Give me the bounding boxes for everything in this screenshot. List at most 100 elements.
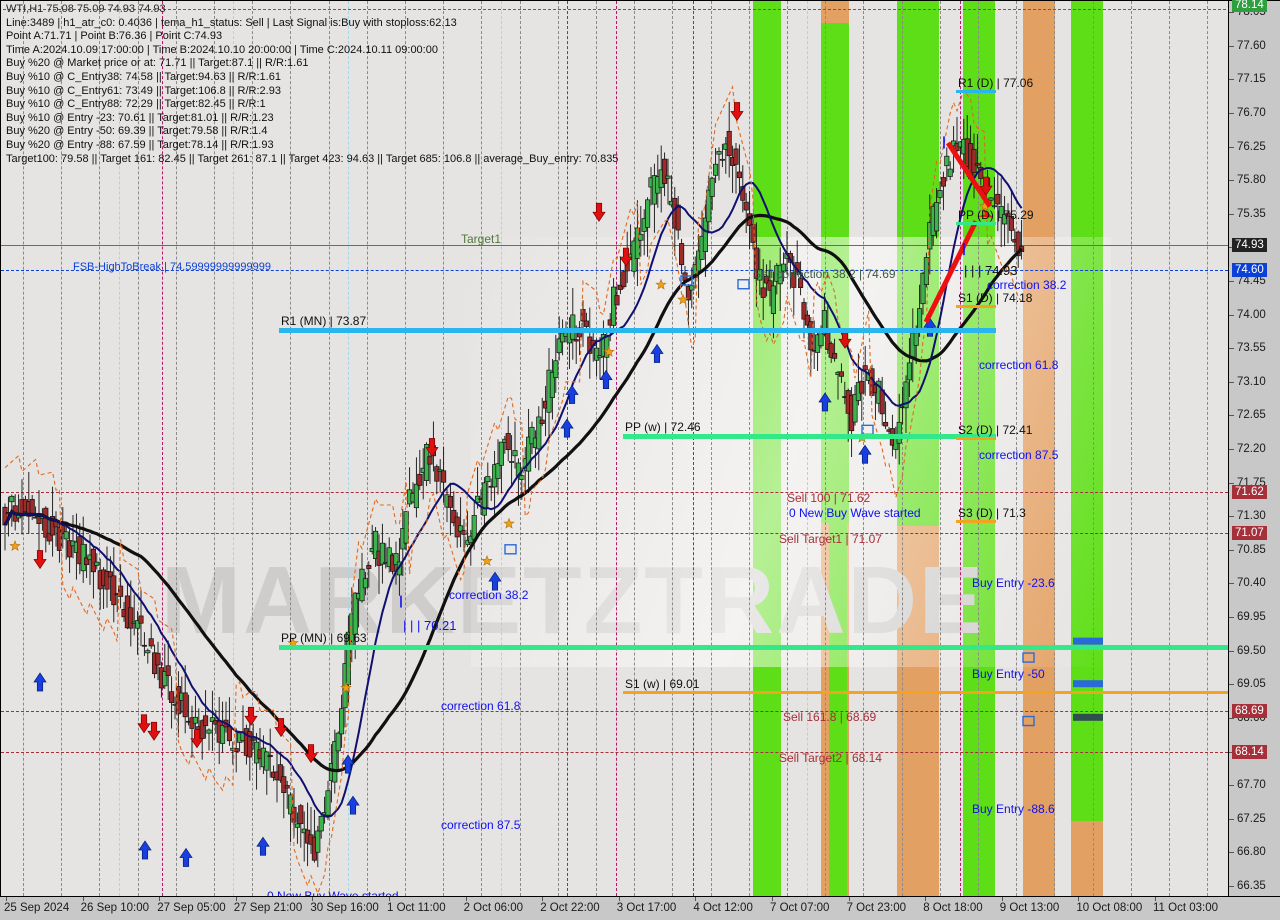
- chart-window: MARKETZTRADE R1 (MN) | 73.87 PP (w) | 72.…: [0, 0, 1280, 920]
- price-tick: [1229, 583, 1234, 585]
- time-tick: [848, 897, 850, 901]
- time-tick-label: 26 Sep 10:00: [80, 902, 150, 914]
- price-tick-label: 74.45: [1237, 275, 1266, 287]
- pivot-line: [956, 222, 996, 226]
- price-tick: [1229, 684, 1234, 686]
- time-tick-label: 25 Sep 2024: [4, 902, 70, 914]
- time-tick-label: 11 Oct 03:00: [1153, 902, 1218, 914]
- price-tick-label: 69.50: [1237, 644, 1266, 657]
- time-tick-label: 8 Oct 18:00: [923, 902, 983, 914]
- price-tick: [1229, 415, 1234, 417]
- pivot-label: S1 (w) | 69.01: [625, 677, 700, 692]
- info-line-7: Buy %10 @ Entry -23: 70.61 || Target:81.…: [6, 111, 274, 124]
- price-badge: 74.93: [1232, 238, 1267, 253]
- time-scale[interactable]: 25 Sep 2024 26 Sep 10:00 27 Sep 05:00 27 Se…: [0, 896, 1280, 920]
- price-tick-label: 72.65: [1237, 409, 1266, 422]
- info-line-5: Buy %10 @ C_Entry61: 73.49 || Target:106…: [6, 84, 281, 97]
- info-line-4: Buy %10 @ C_Entry38: 74.58 || Target:94.…: [6, 70, 281, 83]
- chart-annotation: Sell 161.8 | 68.69: [783, 710, 877, 725]
- pivot-line: [279, 328, 996, 334]
- price-tick-label: 77.15: [1237, 73, 1266, 86]
- pivot-line: [623, 433, 996, 439]
- time-tick-label: 30 Sep 16:00: [310, 902, 379, 914]
- info-line-10: Target100: 79.58 || Target 161: 82.45 ||…: [6, 152, 619, 165]
- chart-annotation: correction 38.2: [987, 278, 1067, 292]
- price-tick: [1229, 785, 1234, 786]
- price-tick: [1229, 79, 1234, 81]
- price-tick: [1229, 482, 1234, 484]
- info-line-8: Buy %20 @ Entry -50: 69.39 || Target:79.…: [6, 125, 268, 138]
- info-line-0: Line:3489 | h1_atr_c0: 0.4036 | tema_h1_…: [6, 16, 457, 29]
- pivot-label: PP (MN) | 69.63: [281, 630, 367, 645]
- chart-annotation: Sell Target2 | 68.14: [779, 751, 882, 766]
- time-tick-label: 1 Oct 11:00: [387, 902, 446, 914]
- chart-annotation: 0 New Buy Wave started: [789, 506, 921, 520]
- time-tick: [925, 897, 927, 901]
- price-tick: [1229, 281, 1234, 282]
- time-tick-label: 4 Oct 12:00: [693, 902, 753, 914]
- price-tick-label: 71.30: [1237, 510, 1266, 523]
- time-tick: [159, 897, 161, 901]
- price-tick: [1229, 617, 1234, 618]
- chart-annotation: Sell 100 | 71.62: [787, 491, 871, 506]
- price-tick-label: 73.10: [1237, 375, 1266, 388]
- price-tick-label: 70.85: [1237, 543, 1266, 556]
- price-tick-label: 73.55: [1237, 342, 1266, 355]
- chart-annotation: | | | 70.21: [403, 618, 457, 633]
- price-badge: 71.62: [1232, 485, 1267, 500]
- price-tick: [1229, 818, 1234, 820]
- time-tick-label: 9 Oct 13:00: [999, 902, 1060, 914]
- price-tick-label: 67.70: [1237, 779, 1266, 791]
- info-line-9: Buy %20 @ Entry -88: 67.59 || Target:78.…: [6, 138, 274, 151]
- chart-annotation: Buy Entry -23.6: [972, 576, 1055, 590]
- price-tick-label: 66.80: [1237, 846, 1266, 859]
- chart-annotation: Target1: [461, 232, 502, 246]
- price-badge: 71.07: [1232, 526, 1267, 541]
- price-tick-label: 75.35: [1237, 207, 1266, 220]
- time-tick-label: 3 Oct 17:00: [616, 902, 677, 914]
- chart-annotation: correction 61.8: [979, 358, 1059, 372]
- info-line-1: Point A:71.71 | Point B:76.36 | Point C:…: [6, 30, 223, 43]
- price-tick-label: 70.40: [1237, 577, 1266, 590]
- pivot-label: R1 (D) | 77.06: [958, 76, 1034, 91]
- info-panel: WTI,H1 75.08 75.09 74.93 74.93 Line:3489…: [6, 3, 618, 166]
- pivot-line: [279, 644, 1228, 650]
- price-tick-label: 69.95: [1237, 611, 1266, 623]
- pivot-label: R1 (MN) | 73.87: [281, 314, 367, 329]
- chart-annotation: Buy Entry -88.6: [972, 802, 1055, 816]
- time-tick: [1078, 897, 1080, 901]
- price-tick: [1229, 213, 1234, 215]
- time-tick: [1001, 897, 1003, 901]
- time-tick: [1155, 897, 1156, 901]
- price-tick: [1229, 180, 1234, 182]
- time-tick-label: 10 Oct 08:00: [1076, 902, 1143, 914]
- time-tick: [235, 897, 237, 901]
- time-tick-label: 7 Oct 23:00: [846, 902, 907, 914]
- chart-annotation: Buy Entry -50: [972, 667, 1045, 681]
- pivot-label: S2 (D) | 72.41: [958, 423, 1033, 438]
- pivot-label: S3 (D) | 71.3: [958, 506, 1026, 521]
- time-tick-label: 2 Oct 06:00: [463, 902, 524, 914]
- price-tick: [1229, 314, 1234, 316]
- chart-annotation: correction 61.8: [441, 699, 521, 713]
- info-line-2: Time A:2024.10.09 17:00:00 | Time B:2024…: [6, 43, 438, 56]
- chart-annotation: correction 87.5: [979, 448, 1059, 462]
- time-tick: [542, 897, 544, 901]
- time-tick: [772, 897, 773, 901]
- time-tick-label: 2 Oct 22:00: [540, 902, 600, 914]
- pivot-line: [956, 520, 996, 524]
- chart-annotation: Sell correction 38.2 | 74.69: [753, 267, 896, 281]
- price-tick-label: 75.80: [1237, 174, 1266, 187]
- price-badge: 68.14: [1232, 745, 1267, 760]
- chart-annotation: correction 38.2: [449, 588, 529, 602]
- price-tick: [1229, 381, 1234, 383]
- time-tick: [6, 897, 7, 901]
- price-tick-label: 76.70: [1237, 107, 1266, 119]
- pivot-label: PP (w) | 72.46: [625, 419, 701, 434]
- price-tick-label: 74.00: [1237, 308, 1266, 321]
- info-line-3: Buy %20 @ Market price or at: 71.71 || T…: [6, 57, 309, 70]
- price-badge: 74.60: [1232, 262, 1267, 277]
- time-tick: [82, 897, 84, 901]
- price-scale[interactable]: 78.0577.6077.1576.7076.2575.8075.3574.90…: [1228, 0, 1280, 896]
- price-tick: [1229, 449, 1234, 450]
